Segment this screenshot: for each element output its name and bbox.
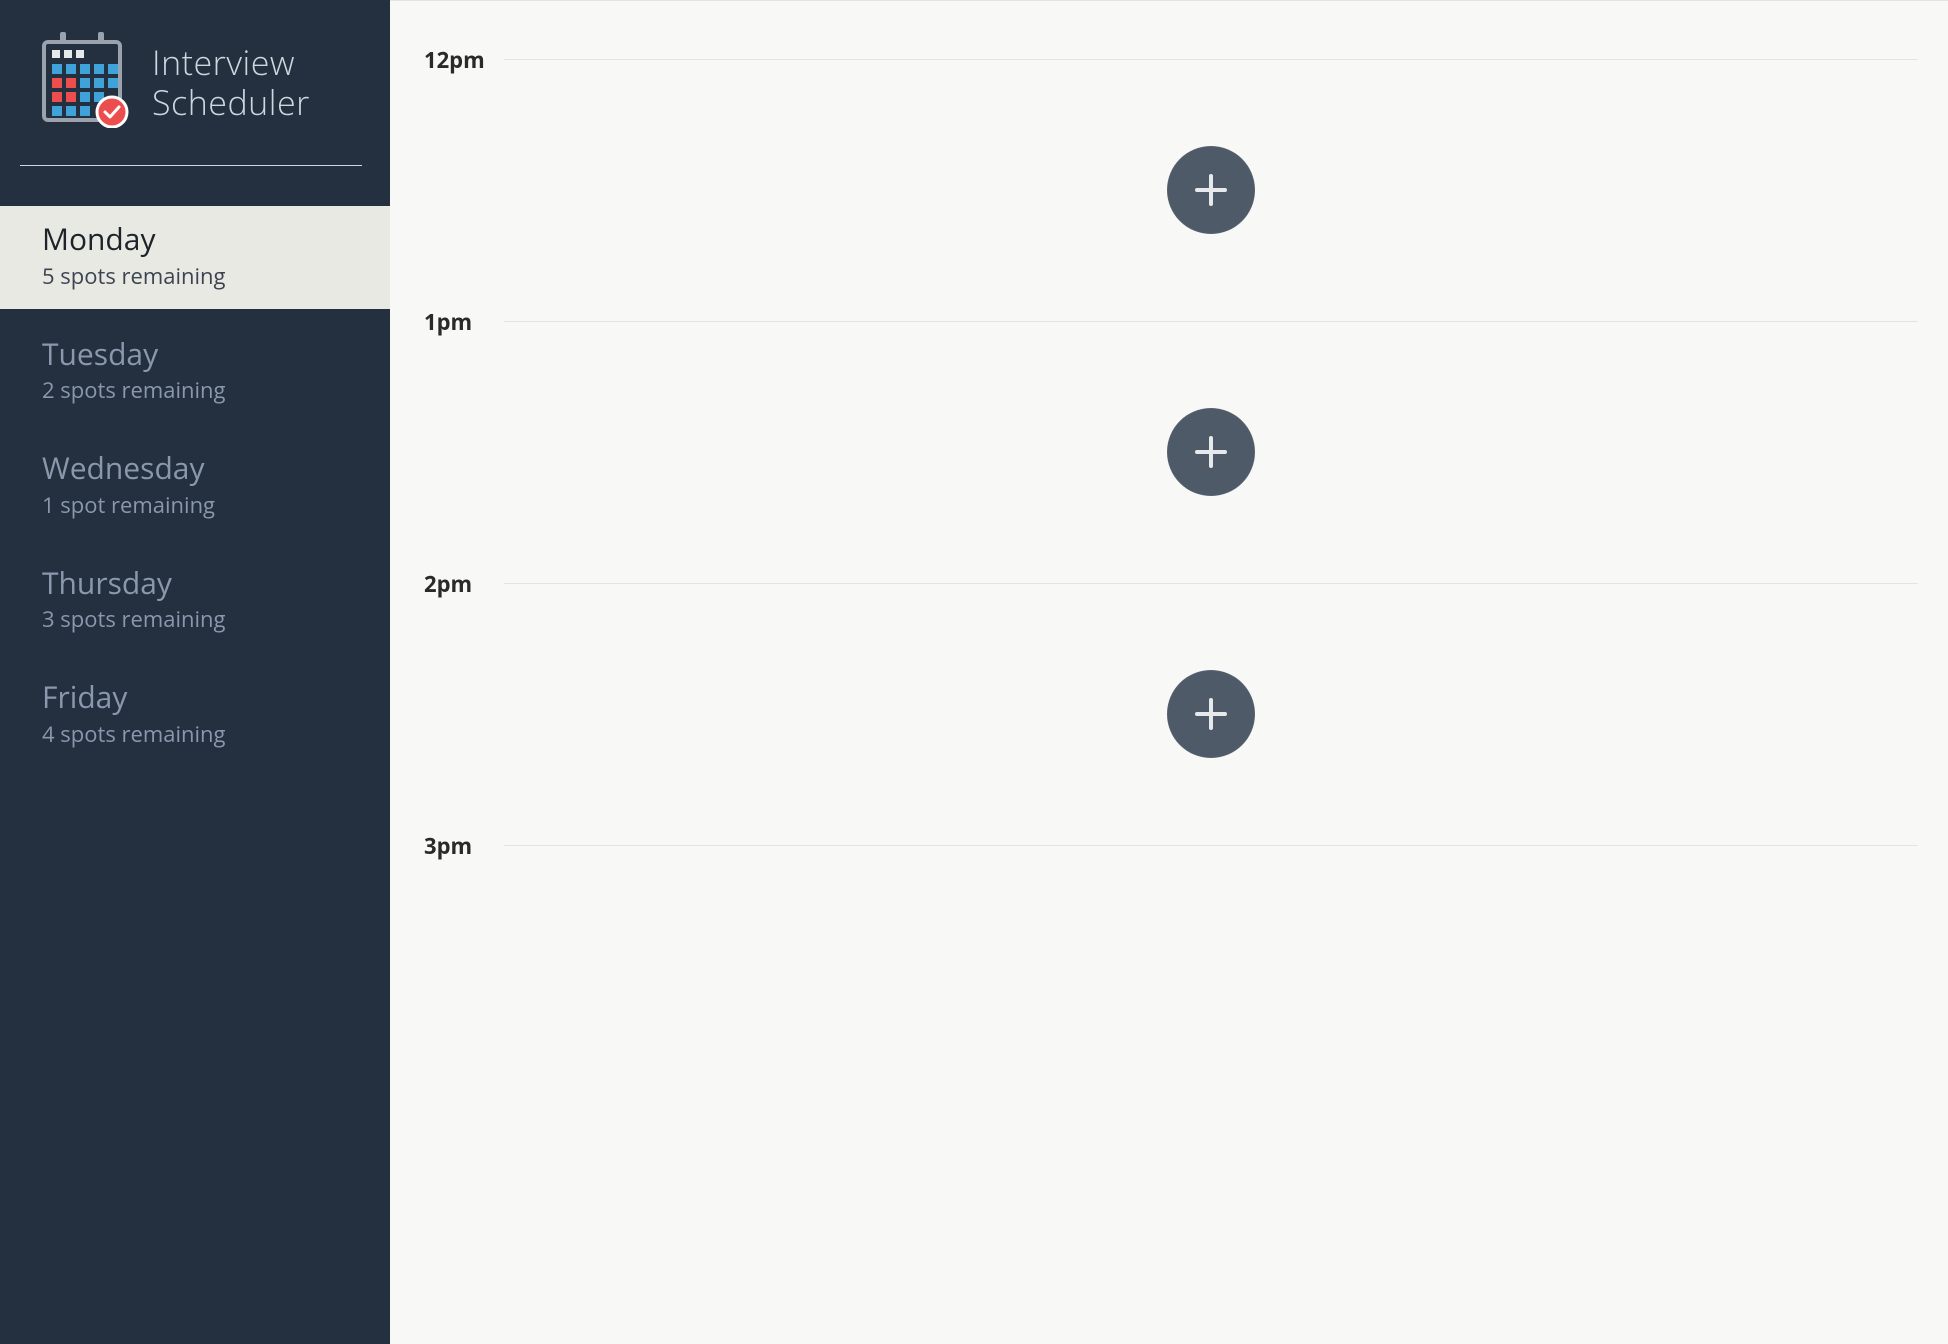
day-spots: 5 spots remaining — [42, 261, 390, 291]
day-name: Tuesday — [42, 337, 390, 372]
day-name: Monday — [42, 222, 390, 257]
day-item-monday[interactable]: Monday 5 spots remaining — [0, 206, 390, 309]
app-brand: Interview Scheduler — [0, 22, 390, 143]
appointment-slot-1pm[interactable] — [504, 321, 1918, 583]
day-item-wednesday[interactable]: Wednesday 1 spot remaining — [0, 435, 390, 538]
plus-icon — [1191, 432, 1231, 472]
app-title-line2: Scheduler — [152, 83, 310, 122]
day-name: Thursday — [42, 566, 390, 601]
time-divider — [504, 321, 1918, 322]
day-item-tuesday[interactable]: Tuesday 2 spots remaining — [0, 321, 390, 424]
time-divider — [504, 583, 1918, 584]
time-row-2pm: 2pm — [424, 555, 1918, 817]
sidebar: Interview Scheduler Monday 5 spots remai… — [0, 0, 390, 1344]
time-row-1pm: 1pm — [424, 293, 1918, 555]
time-label: 1pm — [424, 307, 472, 337]
calendar-check-icon — [40, 32, 132, 133]
app-title-line1: Interview — [152, 43, 310, 82]
add-appointment-button[interactable] — [1167, 408, 1255, 496]
app-title: Interview Scheduler — [152, 43, 310, 121]
schedule: 12pm 1pm 2pm — [390, 0, 1948, 1344]
time-divider — [504, 845, 1918, 846]
plus-icon — [1191, 170, 1231, 210]
time-row-12pm: 12pm — [424, 31, 1918, 293]
appointment-slot-12pm[interactable] — [504, 59, 1918, 321]
time-divider — [504, 59, 1918, 60]
add-appointment-button[interactable] — [1167, 670, 1255, 758]
appointment-slot-2pm[interactable] — [504, 583, 1918, 845]
day-spots: 1 spot remaining — [42, 490, 390, 520]
day-item-friday[interactable]: Friday 4 spots remaining — [0, 664, 390, 767]
time-row-3pm: 3pm — [424, 817, 1918, 1079]
sidebar-divider — [20, 165, 362, 166]
time-label: 3pm — [424, 831, 472, 861]
day-name: Friday — [42, 680, 390, 715]
day-spots: 4 spots remaining — [42, 719, 390, 749]
day-name: Wednesday — [42, 451, 390, 486]
time-label: 2pm — [424, 569, 472, 599]
plus-icon — [1191, 694, 1231, 734]
time-label: 12pm — [424, 45, 485, 75]
add-appointment-button[interactable] — [1167, 146, 1255, 234]
day-spots: 3 spots remaining — [42, 604, 390, 634]
day-list: Monday 5 spots remaining Tuesday 2 spots… — [0, 206, 390, 767]
day-item-thursday[interactable]: Thursday 3 spots remaining — [0, 550, 390, 653]
day-spots: 2 spots remaining — [42, 375, 390, 405]
